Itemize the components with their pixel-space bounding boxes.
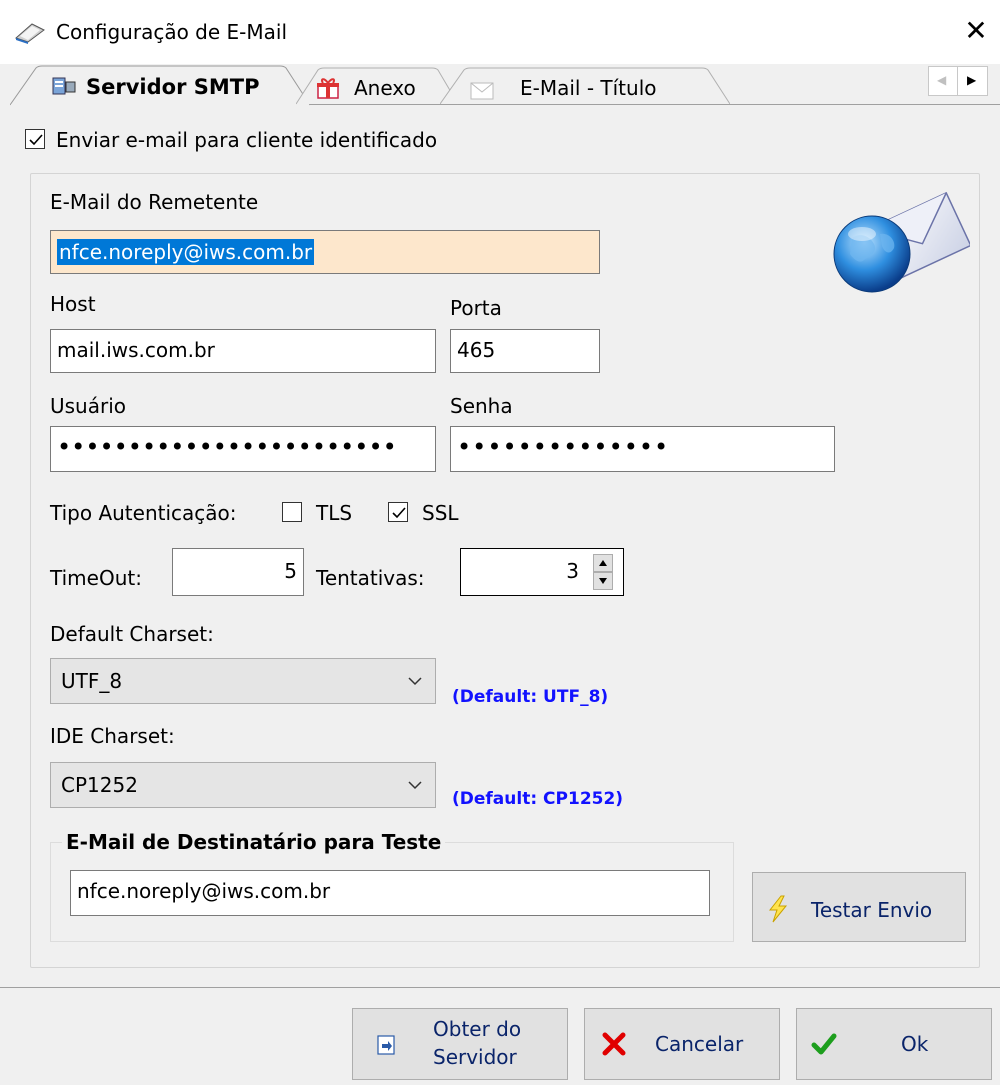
user-field[interactable]: •••••••••••••••••••••••• xyxy=(50,426,436,472)
lightning-icon xyxy=(767,895,789,923)
import-icon xyxy=(377,1035,395,1055)
tls-label: TLS xyxy=(316,501,353,525)
window-title: Configuração de E-Mail xyxy=(56,20,288,44)
send-to-client-label: Enviar e-mail para cliente identificado xyxy=(56,128,438,152)
chevron-down-icon xyxy=(407,763,423,822)
tab-servidor-smtp[interactable]: Servidor SMTP xyxy=(10,64,310,106)
timeout-label: TimeOut: xyxy=(50,566,142,590)
test-send-label: Testar Envio xyxy=(811,898,933,922)
default-charset-label: Default Charset: xyxy=(50,622,214,646)
default-charset-hint: (Default: UTF_8) xyxy=(452,687,609,707)
close-icon[interactable]: ✕ xyxy=(960,14,992,48)
tab-scroll-left-button[interactable]: ◀ xyxy=(928,66,958,96)
host-label: Host xyxy=(50,292,96,316)
tab-anexo[interactable]: Anexo xyxy=(296,64,458,106)
get-from-server-label-line2: Servidor xyxy=(433,1045,517,1069)
tab-label: Anexo xyxy=(354,76,416,100)
chevron-down-icon xyxy=(407,659,423,718)
tls-checkbox[interactable] xyxy=(282,502,302,522)
cancel-label: Cancelar xyxy=(655,1032,744,1056)
retries-value: 3 xyxy=(566,559,579,583)
get-from-server-label-line1: Obter do xyxy=(433,1017,522,1041)
app-icon xyxy=(14,20,46,44)
host-field[interactable]: mail.iws.com.br xyxy=(50,329,436,373)
red-x-icon xyxy=(601,1031,627,1057)
tab-label: E-Mail - Título xyxy=(520,76,657,100)
ok-button[interactable]: Ok xyxy=(796,1008,992,1080)
password-field[interactable]: •••••••••••••• xyxy=(450,426,835,472)
arrow-right-icon: ▶ xyxy=(967,73,977,87)
spin-down-button[interactable] xyxy=(593,572,613,590)
test-recipient-group-title: E-Mail de Destinatário para Teste xyxy=(62,830,446,854)
cancel-button[interactable]: Cancelar xyxy=(584,1008,780,1080)
port-label: Porta xyxy=(450,296,502,320)
password-label: Senha xyxy=(450,394,513,418)
tab-scroll-right-button[interactable]: ▶ xyxy=(958,66,988,96)
tab-label: Servidor SMTP xyxy=(86,75,260,99)
sender-email-field[interactable]: nfce.noreply@iws.com.br xyxy=(50,230,600,274)
retries-spinbox[interactable]: 3 xyxy=(460,548,624,596)
email-globe-icon xyxy=(830,186,972,296)
spin-up-button[interactable] xyxy=(593,554,613,572)
test-send-button[interactable]: Testar Envio xyxy=(752,872,966,942)
retries-label: Tentativas: xyxy=(316,566,425,590)
sender-email-label: E-Mail do Remetente xyxy=(50,190,259,214)
ssl-label: SSL xyxy=(422,501,459,525)
checkmark-icon xyxy=(811,1031,837,1057)
gift-icon xyxy=(316,76,340,100)
send-to-client-checkbox[interactable] xyxy=(25,129,45,149)
default-charset-select[interactable]: UTF_8 xyxy=(50,658,436,704)
default-charset-value: UTF_8 xyxy=(61,669,123,693)
ok-label: Ok xyxy=(901,1032,929,1056)
test-recipient-field[interactable]: nfce.noreply@iws.com.br xyxy=(70,870,710,916)
ide-charset-select[interactable]: CP1252 xyxy=(50,762,436,808)
ide-charset-hint: (Default: CP1252) xyxy=(452,789,624,809)
timeout-field[interactable]: 5 xyxy=(172,548,304,596)
ssl-checkbox[interactable] xyxy=(388,502,408,522)
sender-email-selected-text: nfce.noreply@iws.com.br xyxy=(57,239,315,265)
arrow-left-icon: ◀ xyxy=(937,73,947,87)
tab-email-titulo[interactable]: E-Mail - Título xyxy=(440,64,730,106)
ide-charset-value: CP1252 xyxy=(61,773,138,797)
user-label: Usuário xyxy=(50,394,127,418)
ide-charset-label: IDE Charset: xyxy=(50,724,175,748)
port-field[interactable]: 465 xyxy=(450,329,600,373)
envelope-icon xyxy=(470,82,494,100)
server-icon xyxy=(52,76,76,96)
auth-type-label: Tipo Autenticação: xyxy=(50,501,237,525)
get-from-server-button[interactable]: Obter do Servidor xyxy=(352,1008,568,1080)
